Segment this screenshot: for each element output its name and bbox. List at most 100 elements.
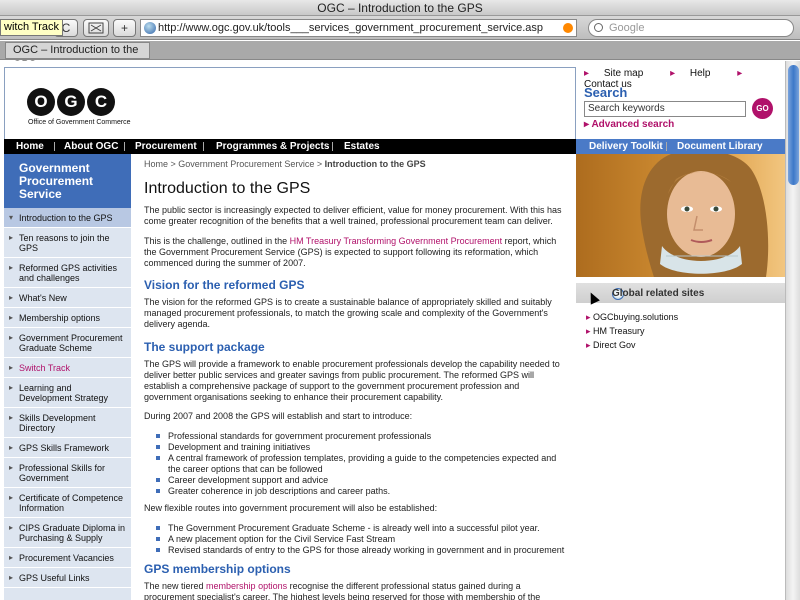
tab-bar: OGC – Introduction to the GPS	[0, 41, 800, 71]
web-search-placeholder: Google	[609, 22, 645, 34]
sidebar-item-whats-new[interactable]: ▸ What's New	[4, 288, 131, 308]
sidebar-item-label: Introduction to the GPS	[19, 213, 113, 223]
site-favicon-icon	[144, 22, 156, 34]
list-item: Career development support and advice	[156, 475, 566, 486]
nav-delivery-toolkit[interactable]: Delivery Toolkit	[589, 139, 663, 154]
sidebar-item-label: Procurement Vacancies	[19, 553, 114, 563]
arrow-icon: ▸	[9, 263, 14, 272]
sidebar-item-cips-diploma[interactable]: ▸ CIPS Graduate Diploma in Purchasing & S…	[4, 518, 131, 548]
web-search-input[interactable]: Google	[588, 19, 794, 37]
nav-document-library[interactable]: Document Library	[677, 139, 763, 154]
go-button[interactable]: GO	[752, 98, 773, 119]
rss-icon[interactable]	[563, 23, 573, 33]
sidebar-item-label: What's New	[19, 293, 67, 303]
sidebar-item-learning-strategy[interactable]: ▸ Learning and Development Strategy	[4, 378, 131, 408]
arrow-icon: ▸	[9, 493, 14, 502]
logo-letter: G	[57, 88, 85, 116]
list-item: A new placement option for the Civil Ser…	[156, 534, 566, 545]
arrow-icon: ▸	[9, 573, 14, 582]
membership-heading: GPS membership options	[144, 562, 291, 576]
arrow-icon: ▸	[9, 383, 14, 392]
url-text: http://www.ogc.gov.uk/tools___services_g…	[158, 22, 543, 34]
ogc-logo[interactable]: O G C Office of Government Commerce	[27, 88, 131, 126]
help-link[interactable]: Help	[690, 68, 711, 79]
nav-divider	[666, 142, 667, 151]
sidebar-item-graduate-scheme[interactable]: ▸ Government Procurement Graduate Scheme	[4, 328, 131, 358]
window-title: OGC – Introduction to the GPS	[0, 0, 800, 16]
sidebar-item-useful-links[interactable]: ▸ GPS Useful Links	[4, 568, 131, 588]
intro-paragraph: The public sector is increasingly expect…	[144, 205, 562, 226]
arrow-icon: ▸	[9, 233, 14, 242]
sidebar-item-membership[interactable]: ▸ Membership options	[4, 308, 131, 328]
search-input[interactable]: Search keywords	[584, 101, 746, 117]
search-icon	[594, 23, 603, 32]
breadcrumb-home[interactable]: Home	[144, 159, 168, 169]
web-page: O G C Office of Government Commerce ▸ Si…	[0, 61, 785, 600]
nav-programmes-projects[interactable]: Programmes & Projects	[216, 139, 329, 154]
nav-divider	[203, 142, 204, 151]
sidebar-item-switch-track[interactable]: ▸ Switch Track	[4, 358, 131, 378]
list-item: The Government Procurement Graduate Sche…	[156, 523, 566, 534]
membership-text: The new tiered	[144, 581, 207, 591]
arrow-icon: ▸	[9, 463, 14, 472]
nav-home[interactable]: Home	[16, 139, 44, 154]
sidebar-item-label: Ten reasons to join the GPS	[19, 233, 110, 253]
browser-toolbar: C + http://www.ogc.gov.uk/tools___servic…	[0, 16, 800, 40]
membership-paragraph: The new tiered membership options recogn…	[144, 581, 569, 600]
site-map-link[interactable]: Site map	[604, 68, 643, 79]
arrow-icon: ▸	[584, 68, 592, 79]
arrow-icon: ▸	[586, 326, 594, 336]
global-related-sites-title: Global related sites	[612, 288, 705, 299]
arrow-icon: ▸	[9, 413, 14, 422]
list-item: A central framework of profession templa…	[156, 453, 566, 475]
woman-portrait-image	[640, 154, 769, 277]
site-header: O G C Office of Government Commerce	[4, 67, 576, 139]
list-item: Professional standards for government pr…	[156, 431, 566, 442]
advanced-search-link[interactable]: ▸ Advanced search	[584, 119, 674, 130]
arrow-icon: ▸	[586, 312, 594, 322]
sidebar-item-label: GPS Skills Framework	[19, 443, 110, 453]
sidebar-item-label: Government Procurement Graduate Scheme	[19, 333, 123, 353]
logo-letter: C	[87, 88, 115, 116]
snapback-button[interactable]	[83, 19, 109, 37]
scrollbar-thumb[interactable]	[788, 65, 799, 185]
url-field[interactable]: http://www.ogc.gov.uk/tools___services_g…	[140, 19, 577, 37]
sidebar-item-introduction[interactable]: ▾ Introduction to the GPS	[4, 208, 131, 228]
sidebar-item-label: Professional Skills for Government	[19, 463, 106, 483]
link-ogcbuying[interactable]: ▸ OGCbuying.solutions	[586, 312, 678, 323]
nav-procurement[interactable]: Procurement	[135, 139, 197, 154]
sidebar-item-skills-directory[interactable]: ▸ Skills Development Directory	[4, 408, 131, 438]
sidebar-item-certificate[interactable]: ▸ Certificate of Competence Information	[4, 488, 131, 518]
sidebar-item-skills-framework[interactable]: ▸ GPS Skills Framework	[4, 438, 131, 458]
nav-divider	[54, 142, 55, 151]
arrow-icon: ▸	[9, 553, 14, 562]
membership-options-link[interactable]: membership options	[206, 581, 287, 591]
sidebar-item-label: Membership options	[19, 313, 101, 323]
arrow-icon: ▸	[670, 68, 678, 79]
tooltip: witch Track	[0, 19, 64, 36]
list-item: Revised standards of entry to the GPS fo…	[156, 545, 566, 556]
nav-about-ogc[interactable]: About OGC	[64, 139, 118, 154]
breadcrumb-parent[interactable]: Government Procurement Service	[178, 159, 314, 169]
link-hm-treasury[interactable]: ▸ HM Treasury	[586, 326, 645, 337]
sidebar-item-reformed-gps[interactable]: ▸ Reformed GPS activities and challenges	[4, 258, 131, 288]
arrow-icon: ▸	[586, 340, 594, 350]
main-nav: Home About OGC Procurement Programmes & …	[4, 139, 576, 154]
sidebar-item-vacancies[interactable]: ▸ Procurement Vacancies	[4, 548, 131, 568]
advanced-search-label: Advanced search	[591, 119, 675, 130]
sidebar-item-professional-skills[interactable]: ▸ Professional Skills for Government	[4, 458, 131, 488]
link-direct-gov[interactable]: ▸ Direct Gov	[586, 340, 636, 351]
arrow-icon: ▸	[9, 443, 14, 452]
introduce-list: Professional standards for government pr…	[156, 431, 566, 497]
vertical-scrollbar[interactable]	[785, 61, 800, 600]
sidebar-item-ten-reasons[interactable]: ▸ Ten reasons to join the GPS	[4, 228, 131, 258]
nav-divider	[124, 142, 125, 151]
tab-ogc[interactable]: OGC – Introduction to the GPS	[5, 42, 150, 71]
breadcrumb: Home > Government Procurement Service > …	[144, 159, 426, 169]
vision-paragraph: The vision for the reformed GPS is to cr…	[144, 297, 552, 329]
hm-treasury-report-link[interactable]: HM Treasury Transforming Government Proc…	[290, 236, 503, 246]
add-bookmark-button[interactable]: +	[113, 19, 136, 37]
nav-estates[interactable]: Estates	[344, 139, 380, 154]
arrow-icon: ▸	[9, 313, 14, 322]
link-label: OGCbuying.solutions	[593, 312, 679, 322]
